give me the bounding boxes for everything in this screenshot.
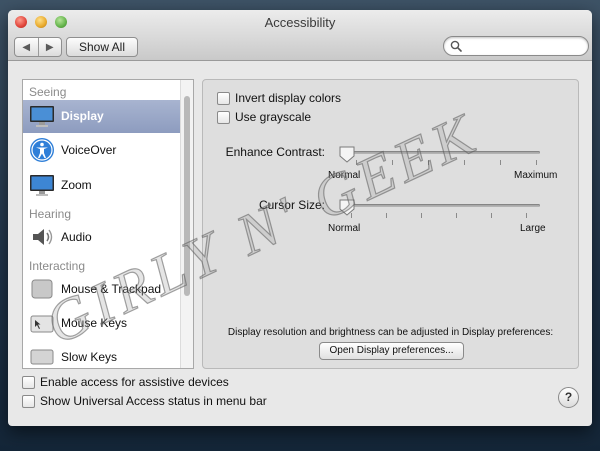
tick-mark [536,160,537,165]
sidebar-item-voiceover[interactable]: VoiceOver [23,134,181,167]
speaker-icon [33,229,53,245]
invert-colors-checkbox[interactable] [217,91,230,105]
tick-mark [386,213,387,218]
status-menu-label: Show Universal Access status in menu bar [40,394,267,408]
display-icon [30,106,54,127]
sidebar-scroll-thumb[interactable] [184,96,190,296]
assistive-devices-checkbox[interactable] [22,375,35,389]
sidebar-item-label: Mouse Keys [61,316,128,330]
sidebar-item-label: Zoom [61,178,92,192]
invert-colors-row[interactable]: Invert display colors [217,91,341,105]
sidebar-item-label: Mouse & Trackpad [61,282,162,296]
sidebar-item-label: Display [61,109,104,123]
voiceover-icon [30,138,54,162]
enhance-contrast-slider-thumb[interactable] [339,146,355,163]
tick-mark [356,160,357,165]
tick-mark [491,213,492,218]
tick-mark [526,213,527,218]
sidebar-heading-interacting: Interacting [29,259,86,273]
sidebar-scrollbar[interactable] [180,80,193,368]
sidebar-item-mouse-trackpad[interactable]: Mouse & Trackpad [23,273,181,306]
enhance-contrast-min-label: Normal [328,170,361,181]
tick-mark [464,160,465,165]
forward-arrow-icon[interactable]: ▶ [39,38,62,56]
open-display-preferences-button[interactable]: Open Display preferences... [319,342,464,360]
window-title: Accessibility [264,15,336,30]
mouse-keys-icon [30,315,54,333]
grayscale-label: Use grayscale [235,110,312,124]
tick-mark [421,213,422,218]
category-sidebar: Seeing Display VoiceOver Zoom Hearing Au… [22,79,194,369]
grayscale-checkbox[interactable] [217,110,230,124]
enhance-contrast-label: Enhance Contrast: [225,145,325,159]
tick-mark [456,213,457,218]
cursor-size-track[interactable] [342,204,540,207]
display-settings-panel: Invert display colors Use grayscale Enha… [202,79,579,369]
assistive-devices-label: Enable access for assistive devices [40,375,229,389]
cursor-size-max-label: Large [520,223,546,234]
sidebar-heading-hearing: Hearing [29,207,72,221]
sidebar-item-audio[interactable]: Audio [23,221,181,254]
cursor-size-slider-thumb[interactable] [339,199,355,216]
sidebar-item-label: Slow Keys [61,350,118,364]
show-all-button[interactable]: Show All [66,37,138,57]
display-prefs-note: Display resolution and brightness can be… [227,327,554,338]
trackpad-icon [31,279,53,299]
invert-colors-label: Invert display colors [235,91,342,105]
assistive-devices-row[interactable]: Enable access for assistive devices [22,375,229,389]
cursor-size-label: Cursor Size: [258,198,325,212]
sidebar-item-slow-keys[interactable]: Slow Keys [23,341,181,368]
cursor-size-min-label: Normal [328,223,361,234]
keyboard-icon [30,349,54,365]
search-input[interactable] [466,38,586,54]
sidebar-item-label: Audio [61,230,92,244]
tick-mark [500,160,501,165]
search-icon [450,40,462,52]
title-bar: Accessibility ◀ ▶ Show All [8,10,592,61]
status-menu-row[interactable]: Show Universal Access status in menu bar [22,394,267,408]
zoom-icon [30,175,54,196]
back-forward-control: ◀ ▶ [14,37,62,57]
enhance-contrast-track[interactable] [342,151,540,154]
sidebar-item-display[interactable]: Display [23,100,181,133]
sidebar-heading-seeing: Seeing [29,85,67,99]
status-menu-checkbox[interactable] [22,394,35,408]
sidebar-item-zoom[interactable]: Zoom [23,169,181,202]
sidebar-item-mouse-keys[interactable]: Mouse Keys [23,307,181,340]
help-button[interactable]: ? [558,387,579,408]
tick-mark [428,160,429,165]
tick-mark [392,160,393,165]
sidebar-item-label: VoiceOver [61,143,117,157]
preferences-window: Accessibility ◀ ▶ Show All Seeing Displa… [8,10,592,426]
grayscale-row[interactable]: Use grayscale [217,110,311,124]
search-field[interactable] [443,36,589,56]
enhance-contrast-max-label: Maximum [514,170,558,181]
back-arrow-icon[interactable]: ◀ [15,38,39,56]
